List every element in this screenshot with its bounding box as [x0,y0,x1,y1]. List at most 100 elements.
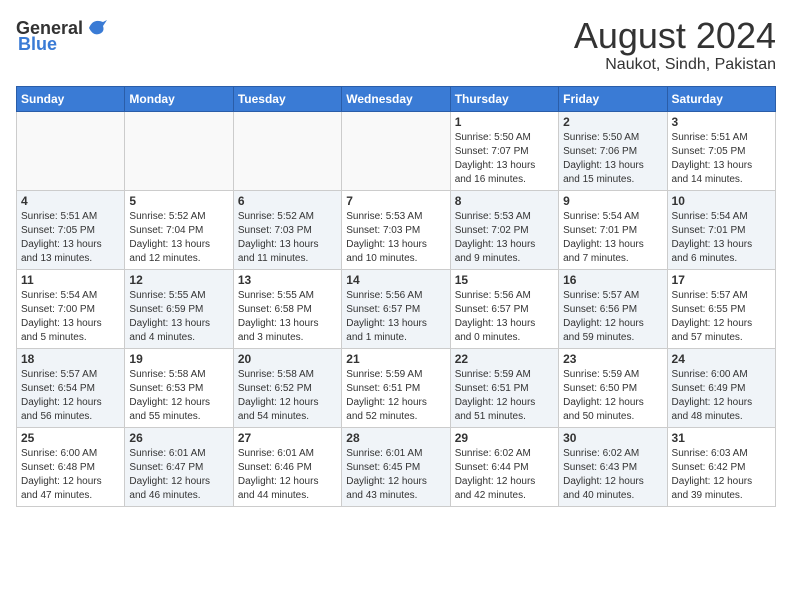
calendar-cell: 4 Sunrise: 5:51 AM Sunset: 7:05 PM Daylig… [17,190,125,269]
calendar-cell: 21 Sunrise: 5:59 AM Sunset: 6:51 PM Dayli… [342,348,450,427]
weekday-header-tuesday: Tuesday [233,86,341,111]
calendar-cell: 27Sunrise: 6:01 AM Sunset: 6:46 PM Dayli… [233,427,341,506]
calendar-week-row: 25 Sunrise: 6:00 AM Sunset: 6:48 PM Dayli… [17,427,776,506]
day-info: Sunrise: 6:01 AM Sunset: 6:47 PM Dayligh… [129,447,228,503]
day-info: Sunrise: 5:52 AM Sunset: 7:04 PM Dayligh… [129,210,228,266]
day-number: 30 [563,431,662,445]
logo-icon [85,16,109,40]
day-info: Sunrise: 6:01 AM Sunset: 6:46 PM Dayligh… [238,447,337,503]
calendar-cell: 11 Sunrise: 5:54 AM Sunset: 7:00 PM Dayli… [17,269,125,348]
day-info: Sunrise: 5:54 AM Sunset: 7:01 PM Dayligh… [563,210,662,266]
calendar-cell: 6 Sunrise: 5:52 AM Sunset: 7:03 PM Daylig… [233,190,341,269]
day-info: Sunrise: 6:02 AM Sunset: 6:44 PM Dayligh… [455,447,554,503]
day-info: Sunrise: 6:00 AM Sunset: 6:48 PM Dayligh… [21,447,120,503]
day-number: 17 [672,273,771,287]
weekday-header-thursday: Thursday [450,86,558,111]
day-number: 14 [346,273,445,287]
day-info: Sunrise: 5:59 AM Sunset: 6:51 PM Dayligh… [455,368,554,424]
calendar-cell: 26Sunrise: 6:01 AM Sunset: 6:47 PM Dayli… [125,427,233,506]
calendar-week-row: 18 Sunrise: 5:57 AM Sunset: 6:54 PM Dayli… [17,348,776,427]
calendar-week-row: 4 Sunrise: 5:51 AM Sunset: 7:05 PM Daylig… [17,190,776,269]
calendar-cell: 16 Sunrise: 5:57 AM Sunset: 6:56 PM Dayli… [559,269,667,348]
day-number: 5 [129,194,228,208]
day-number: 8 [455,194,554,208]
calendar-cell: 10 Sunrise: 5:54 AM Sunset: 7:01 PM Dayli… [667,190,775,269]
logo-blue: Blue [16,34,57,55]
calendar-cell: 29Sunrise: 6:02 AM Sunset: 6:44 PM Dayli… [450,427,558,506]
day-number: 15 [455,273,554,287]
calendar-cell: 31Sunrise: 6:03 AM Sunset: 6:42 PM Dayli… [667,427,775,506]
day-number: 20 [238,352,337,366]
calendar-cell: 3Sunrise: 5:51 AM Sunset: 7:05 PM Daylig… [667,111,775,190]
day-number: 11 [21,273,120,287]
day-number: 31 [672,431,771,445]
day-number: 9 [563,194,662,208]
day-info: Sunrise: 5:56 AM Sunset: 6:57 PM Dayligh… [346,289,445,345]
day-number: 10 [672,194,771,208]
day-number: 22 [455,352,554,366]
calendar-cell: 18 Sunrise: 5:57 AM Sunset: 6:54 PM Dayli… [17,348,125,427]
calendar-week-row: 1Sunrise: 5:50 AM Sunset: 7:07 PM Daylig… [17,111,776,190]
day-info: Sunrise: 5:54 AM Sunset: 7:01 PM Dayligh… [672,210,771,266]
day-info: Sunrise: 5:57 AM Sunset: 6:55 PM Dayligh… [672,289,771,345]
day-number: 6 [238,194,337,208]
location-title: Naukot, Sindh, Pakistan [574,56,776,74]
weekday-header-saturday: Saturday [667,86,775,111]
title-block: August 2024 Naukot, Sindh, Pakistan [574,16,776,74]
calendar-table: SundayMondayTuesdayWednesdayThursdayFrid… [16,86,776,507]
calendar-header-row: SundayMondayTuesdayWednesdayThursdayFrid… [17,86,776,111]
day-info: Sunrise: 5:58 AM Sunset: 6:53 PM Dayligh… [129,368,228,424]
day-info: Sunrise: 5:55 AM Sunset: 6:59 PM Dayligh… [129,289,228,345]
day-info: Sunrise: 6:01 AM Sunset: 6:45 PM Dayligh… [346,447,445,503]
day-number: 21 [346,352,445,366]
day-info: Sunrise: 5:51 AM Sunset: 7:05 PM Dayligh… [672,131,771,187]
calendar-cell: 1Sunrise: 5:50 AM Sunset: 7:07 PM Daylig… [450,111,558,190]
calendar-cell: 8 Sunrise: 5:53 AM Sunset: 7:02 PM Daylig… [450,190,558,269]
calendar-cell: 25 Sunrise: 6:00 AM Sunset: 6:48 PM Dayli… [17,427,125,506]
day-info: Sunrise: 5:54 AM Sunset: 7:00 PM Dayligh… [21,289,120,345]
day-info: Sunrise: 5:59 AM Sunset: 6:50 PM Dayligh… [563,368,662,424]
calendar-cell: 9 Sunrise: 5:54 AM Sunset: 7:01 PM Daylig… [559,190,667,269]
calendar-cell: 23 Sunrise: 5:59 AM Sunset: 6:50 PM Dayli… [559,348,667,427]
day-info: Sunrise: 5:53 AM Sunset: 7:02 PM Dayligh… [455,210,554,266]
day-info: Sunrise: 5:57 AM Sunset: 6:56 PM Dayligh… [563,289,662,345]
calendar-cell: 22 Sunrise: 5:59 AM Sunset: 6:51 PM Dayli… [450,348,558,427]
day-info: Sunrise: 5:52 AM Sunset: 7:03 PM Dayligh… [238,210,337,266]
calendar-cell [17,111,125,190]
page-header: General Blue August 2024 Naukot, Sindh, … [16,16,776,74]
calendar-cell: 7Sunrise: 5:53 AM Sunset: 7:03 PM Daylig… [342,190,450,269]
calendar-cell: 2Sunrise: 5:50 AM Sunset: 7:06 PM Daylig… [559,111,667,190]
weekday-header-sunday: Sunday [17,86,125,111]
calendar-cell: 17 Sunrise: 5:57 AM Sunset: 6:55 PM Dayli… [667,269,775,348]
day-info: Sunrise: 5:59 AM Sunset: 6:51 PM Dayligh… [346,368,445,424]
calendar-cell: 13Sunrise: 5:55 AM Sunset: 6:58 PM Dayli… [233,269,341,348]
day-number: 4 [21,194,120,208]
day-number: 12 [129,273,228,287]
day-info: Sunrise: 6:00 AM Sunset: 6:49 PM Dayligh… [672,368,771,424]
weekday-header-wednesday: Wednesday [342,86,450,111]
calendar-cell: 5 Sunrise: 5:52 AM Sunset: 7:04 PM Daylig… [125,190,233,269]
weekday-header-friday: Friday [559,86,667,111]
day-info: Sunrise: 5:57 AM Sunset: 6:54 PM Dayligh… [21,368,120,424]
day-info: Sunrise: 5:56 AM Sunset: 6:57 PM Dayligh… [455,289,554,345]
calendar-cell [233,111,341,190]
calendar-week-row: 11 Sunrise: 5:54 AM Sunset: 7:00 PM Dayli… [17,269,776,348]
calendar-cell: 12 Sunrise: 5:55 AM Sunset: 6:59 PM Dayli… [125,269,233,348]
day-number: 24 [672,352,771,366]
day-number: 19 [129,352,228,366]
day-number: 7 [346,194,445,208]
day-info: Sunrise: 5:51 AM Sunset: 7:05 PM Dayligh… [21,210,120,266]
calendar-cell: 19 Sunrise: 5:58 AM Sunset: 6:53 PM Dayli… [125,348,233,427]
day-number: 16 [563,273,662,287]
day-number: 28 [346,431,445,445]
day-info: Sunrise: 5:50 AM Sunset: 7:06 PM Dayligh… [563,131,662,187]
calendar-cell: 14 Sunrise: 5:56 AM Sunset: 6:57 PM Dayli… [342,269,450,348]
day-number: 18 [21,352,120,366]
calendar-cell: 30Sunrise: 6:02 AM Sunset: 6:43 PM Dayli… [559,427,667,506]
day-number: 23 [563,352,662,366]
calendar-cell: 28 Sunrise: 6:01 AM Sunset: 6:45 PM Dayli… [342,427,450,506]
day-number: 25 [21,431,120,445]
logo: General Blue [16,16,109,55]
month-title: August 2024 [574,16,776,56]
weekday-header-monday: Monday [125,86,233,111]
